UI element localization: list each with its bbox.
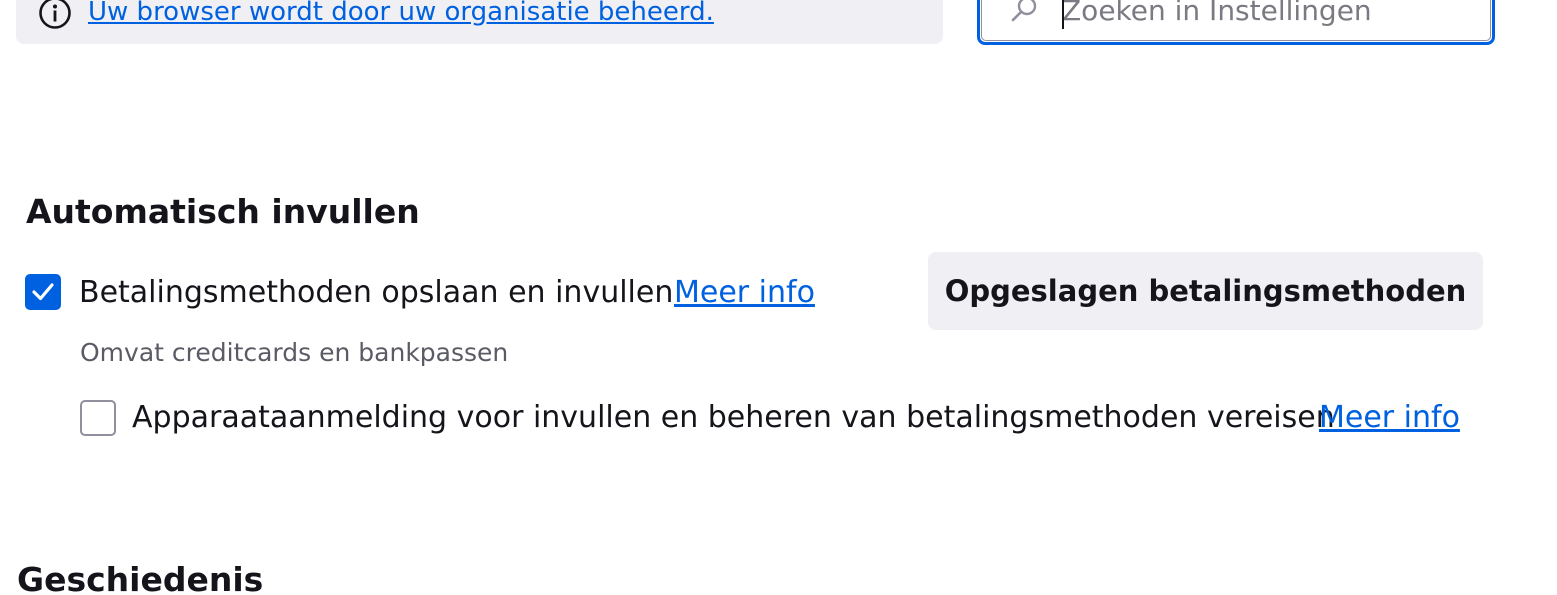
payment-methods-more-info-link[interactable]: Meer info — [674, 273, 815, 313]
settings-page: Uw browser wordt door uw organisatie beh… — [0, 0, 1557, 595]
device-auth-more-info-link[interactable]: Meer info — [1319, 398, 1460, 438]
history-heading: Geschiedenis — [17, 560, 264, 595]
search-input[interactable] — [1062, 0, 1482, 32]
info-icon — [39, 0, 71, 29]
search-box[interactable] — [977, 0, 1495, 45]
text-caret — [1062, 0, 1064, 29]
payment-methods-description: Omvat creditcards en bankpassen — [80, 338, 509, 367]
search-icon — [1011, 0, 1037, 22]
device-auth-label[interactable]: Apparaataanmelding voor invullen en behe… — [132, 398, 1335, 438]
payment-methods-label[interactable]: Betalingsmethoden opslaan en invullen — [79, 273, 673, 313]
autofill-heading: Automatisch invullen — [26, 192, 420, 231]
checkmark-icon — [32, 283, 54, 301]
payment-methods-checkbox[interactable] — [25, 274, 61, 310]
saved-payment-methods-button[interactable]: Opgeslagen betalingsmethoden — [928, 252, 1483, 330]
policy-link[interactable]: Uw browser wordt door uw organisatie beh… — [88, 0, 714, 34]
device-auth-checkbox[interactable] — [80, 400, 116, 436]
